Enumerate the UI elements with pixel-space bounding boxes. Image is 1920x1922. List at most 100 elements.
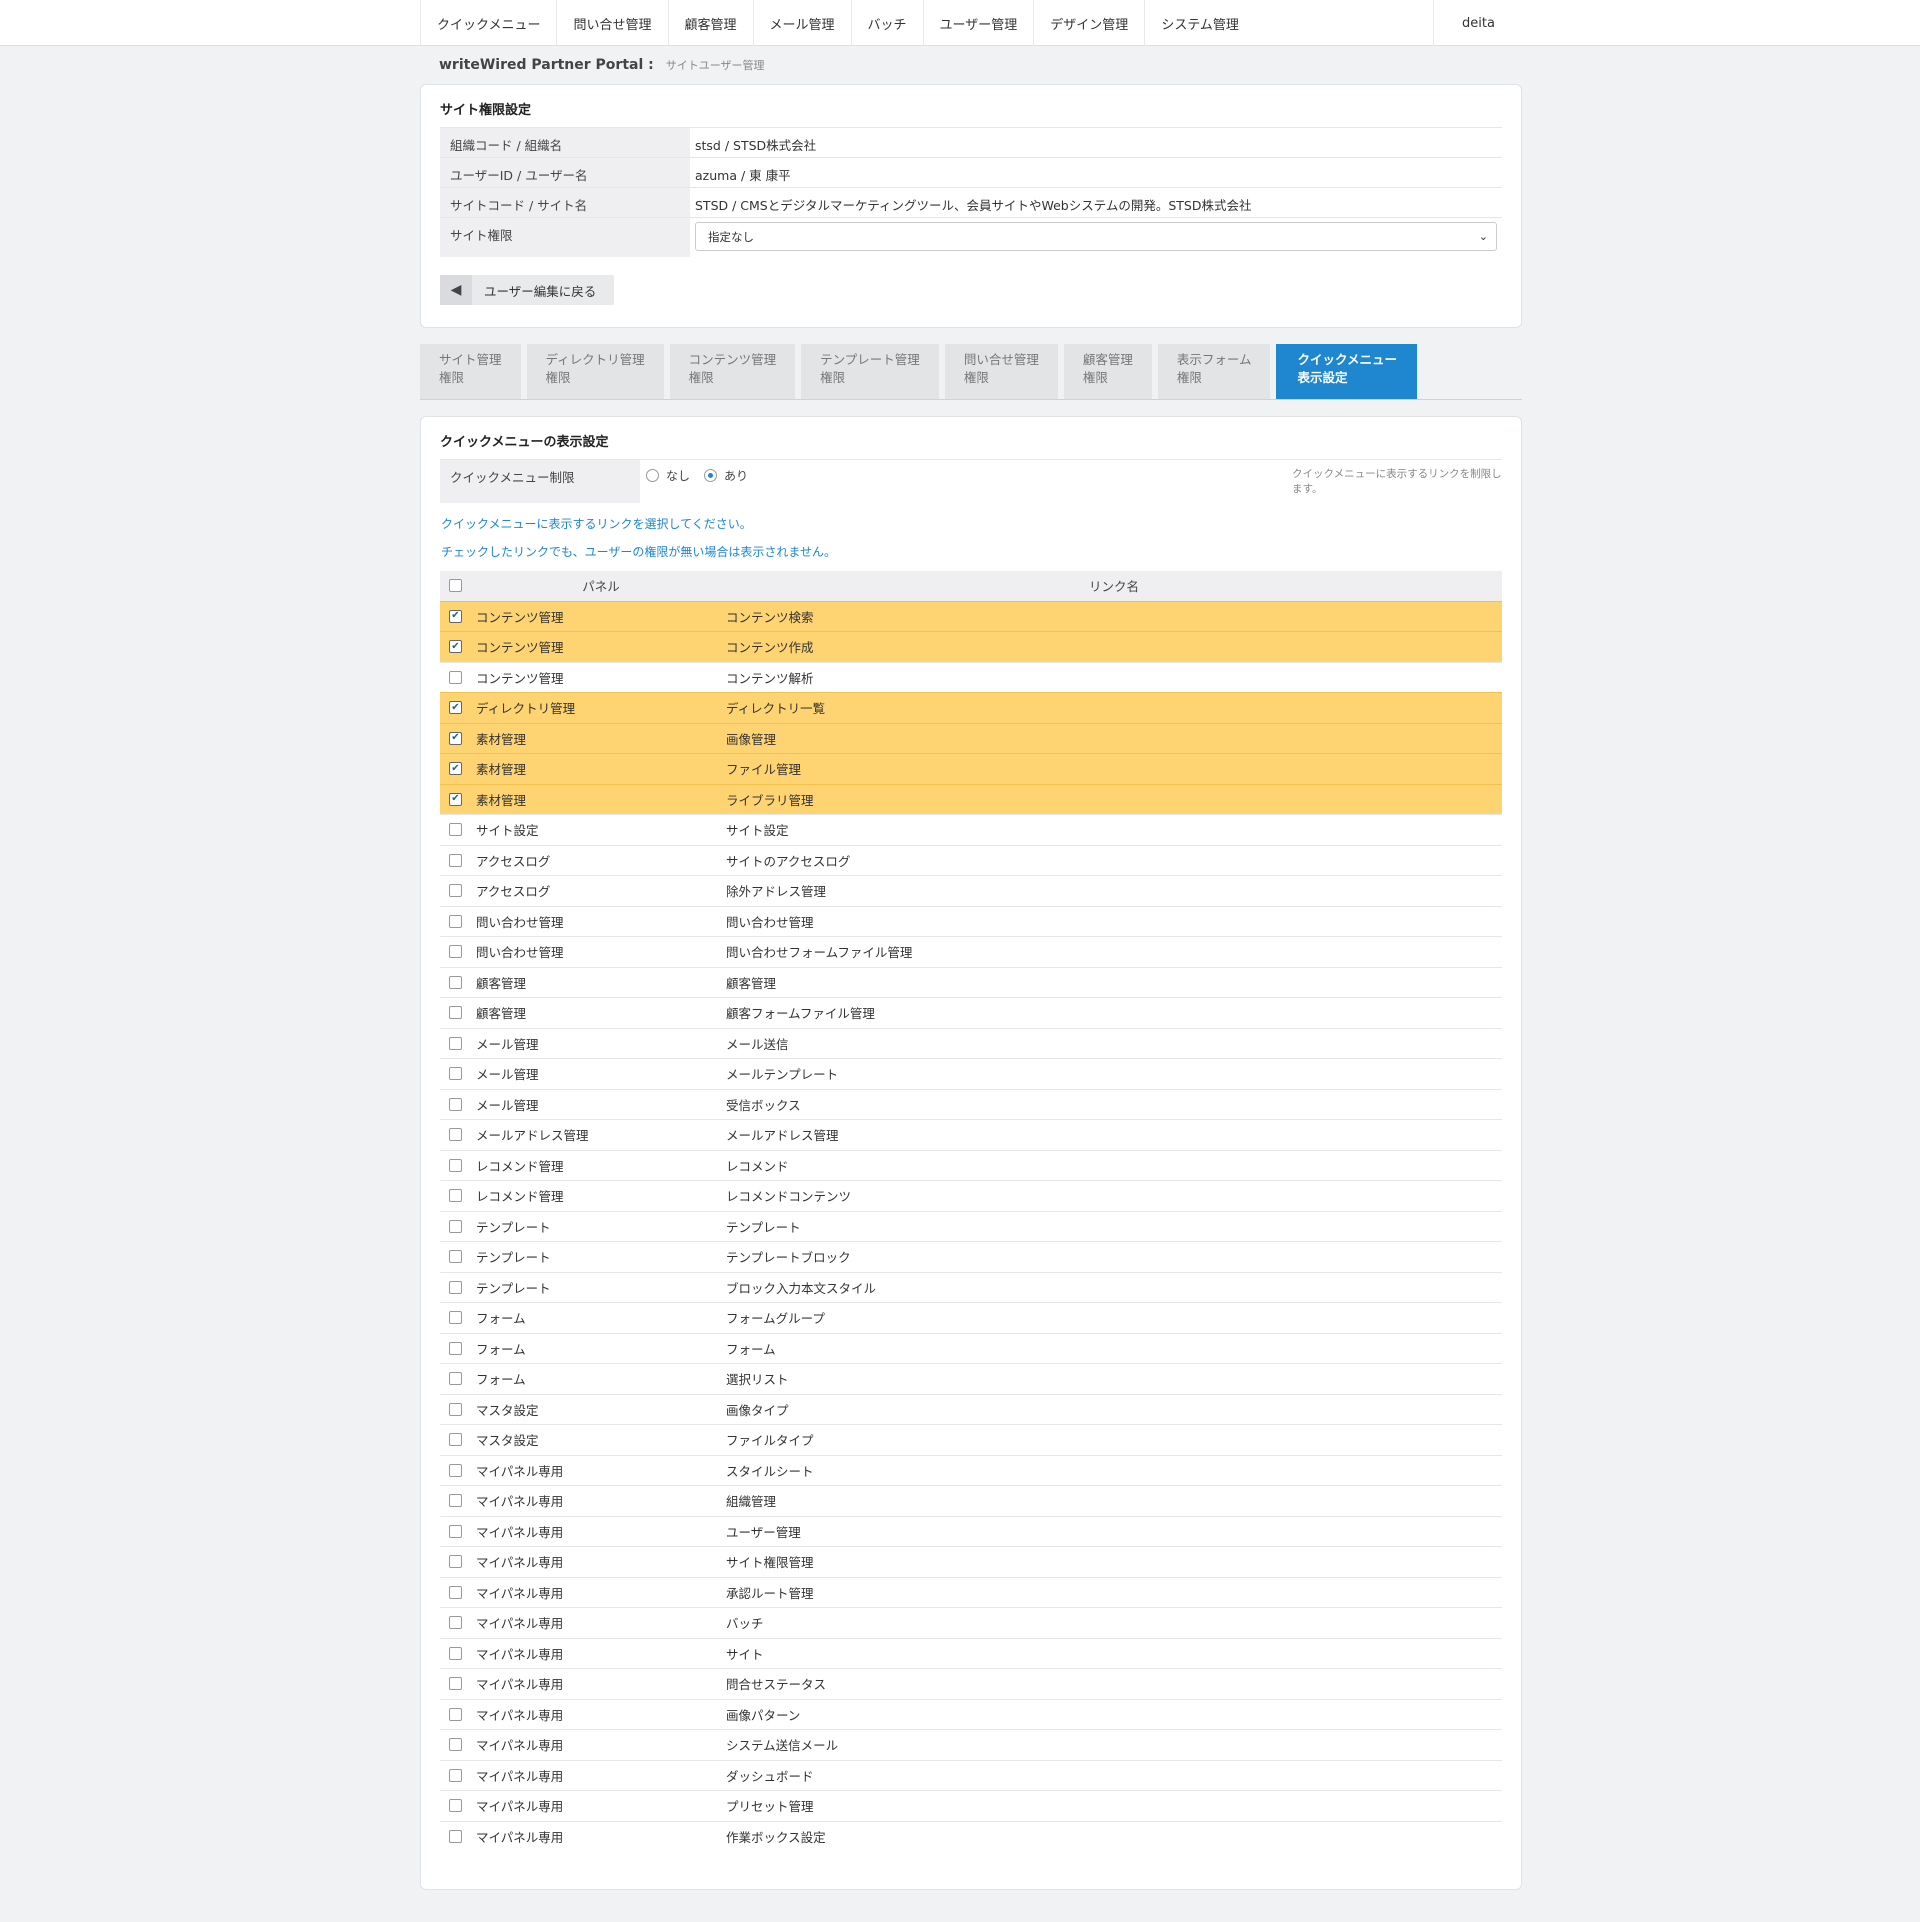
tab-5[interactable]: 顧客管理 権限 xyxy=(1063,344,1152,399)
nav-system[interactable]: システム管理 xyxy=(1144,0,1255,46)
table-row[interactable]: フォーム 選択リスト xyxy=(440,1363,1502,1394)
back-to-user-edit-button[interactable]: ◀︎ ユーザー編集に戻る xyxy=(440,275,614,305)
table-row[interactable]: ✔ コンテンツ管理 コンテンツ検索 xyxy=(440,600,1502,632)
table-row[interactable]: マイパネル専用 組織管理 xyxy=(440,1485,1502,1516)
row-checkbox[interactable]: ✔ xyxy=(449,701,462,715)
table-row[interactable]: メール管理 受信ボックス xyxy=(440,1088,1502,1120)
table-row[interactable]: マイパネル専用 バッチ xyxy=(440,1607,1502,1638)
row-checkbox[interactable] xyxy=(449,1494,462,1508)
tab-4[interactable]: 問い合せ管理 権限 xyxy=(944,344,1058,399)
row-checkbox[interactable] xyxy=(449,1372,462,1386)
select-all-checkbox[interactable] xyxy=(449,579,462,593)
row-checkbox[interactable] xyxy=(449,1799,462,1813)
table-row[interactable]: コンテンツ管理 コンテンツ解析 xyxy=(440,661,1502,693)
table-row[interactable]: アクセスログ 除外アドレス管理 xyxy=(440,875,1502,906)
row-checkbox[interactable] xyxy=(449,1463,462,1477)
row-checkbox[interactable] xyxy=(449,1738,462,1752)
table-row[interactable]: 顧客管理 顧客フォームファイル管理 xyxy=(440,997,1502,1028)
table-row[interactable]: メールアドレス管理 メールアドレス管理 xyxy=(440,1119,1502,1150)
row-checkbox[interactable] xyxy=(449,853,462,867)
table-row[interactable]: ✔ 素材管理 ファイル管理 xyxy=(440,753,1502,784)
table-row[interactable]: メール管理 メールテンプレート xyxy=(440,1058,1502,1089)
table-row[interactable]: マイパネル専用 サイト xyxy=(440,1637,1502,1669)
row-checkbox[interactable] xyxy=(449,1677,462,1691)
table-row[interactable]: 問い合わせ管理 問い合わせフォームファイル管理 xyxy=(440,936,1502,967)
table-row[interactable]: マイパネル専用 作業ボックス設定 xyxy=(440,1820,1502,1852)
table-row[interactable]: レコメンド管理 レコメンド xyxy=(440,1149,1502,1181)
nav-customer[interactable]: 顧客管理 xyxy=(667,0,753,46)
table-row[interactable]: マイパネル専用 ユーザー管理 xyxy=(440,1515,1502,1547)
nav-quick-menu[interactable]: クイックメニュー xyxy=(420,0,556,46)
table-row[interactable]: レコメンド管理 レコメンドコンテンツ xyxy=(440,1180,1502,1211)
table-row[interactable]: マイパネル専用 ダッシュボード xyxy=(440,1759,1502,1791)
row-checkbox[interactable]: ✔ xyxy=(449,792,462,806)
table-row[interactable]: メール管理 メール送信 xyxy=(440,1027,1502,1059)
table-row[interactable]: マイパネル専用 問合せステータス xyxy=(440,1668,1502,1699)
table-row[interactable]: テンプレート ブロック入力本文スタイル xyxy=(440,1271,1502,1303)
row-checkbox[interactable] xyxy=(449,1189,462,1203)
radio-yes[interactable] xyxy=(704,469,718,482)
radio-none[interactable] xyxy=(646,469,659,482)
row-checkbox[interactable] xyxy=(449,1707,462,1721)
row-checkbox[interactable] xyxy=(449,1433,462,1447)
breadcrumb-brand[interactable]: writeWired Partner Portal : xyxy=(439,57,654,73)
table-row[interactable]: ✔ コンテンツ管理 コンテンツ作成 xyxy=(440,631,1502,662)
table-row[interactable]: マスタ設定 画像タイプ xyxy=(440,1393,1502,1425)
row-checkbox[interactable] xyxy=(449,884,462,898)
tab-1[interactable]: ディレクトリ管理 権限 xyxy=(526,344,664,399)
tab-2[interactable]: コンテンツ管理 権限 xyxy=(669,344,796,399)
row-checkbox[interactable] xyxy=(449,1768,462,1782)
table-row[interactable]: ✔ ディレクトリ管理 ディレクトリ一覧 xyxy=(440,692,1502,723)
row-checkbox[interactable] xyxy=(449,1311,462,1325)
row-checkbox[interactable] xyxy=(449,1158,462,1172)
radio-none-label[interactable]: なし xyxy=(666,467,690,484)
row-checkbox[interactable]: ✔ xyxy=(449,731,462,745)
table-row[interactable]: テンプレート テンプレート xyxy=(440,1210,1502,1242)
nav-user-management[interactable]: ユーザー管理 xyxy=(922,0,1034,46)
table-row[interactable]: マイパネル専用 画像パターン xyxy=(440,1698,1502,1730)
nav-design[interactable]: デザイン管理 xyxy=(1033,0,1144,46)
row-checkbox[interactable] xyxy=(449,1067,462,1081)
table-row[interactable]: マイパネル専用 プリセット管理 xyxy=(440,1790,1502,1821)
row-checkbox[interactable] xyxy=(449,1128,462,1142)
row-checkbox[interactable] xyxy=(449,670,462,684)
table-row[interactable]: フォーム フォーム xyxy=(440,1332,1502,1364)
row-checkbox[interactable] xyxy=(449,1646,462,1660)
row-checkbox[interactable] xyxy=(449,1402,462,1416)
row-checkbox[interactable] xyxy=(449,945,462,959)
nav-mail[interactable]: メール管理 xyxy=(752,0,851,46)
nav-batch[interactable]: バッチ xyxy=(850,0,923,46)
table-row[interactable]: ✔ 素材管理 ライブラリ管理 xyxy=(440,783,1502,815)
row-checkbox[interactable] xyxy=(449,1616,462,1630)
row-checkbox[interactable] xyxy=(449,1341,462,1355)
row-checkbox[interactable] xyxy=(449,975,462,989)
table-row[interactable]: ✔ 素材管理 画像管理 xyxy=(440,722,1502,754)
row-checkbox[interactable] xyxy=(449,1585,462,1599)
row-checkbox[interactable] xyxy=(449,1097,462,1111)
tab-0[interactable]: サイト管理 権限 xyxy=(420,344,521,399)
row-checkbox[interactable]: ✔ xyxy=(449,609,462,623)
tab-6[interactable]: 表示フォーム 権限 xyxy=(1157,344,1271,399)
row-checkbox[interactable] xyxy=(449,1830,462,1843)
row-checkbox[interactable] xyxy=(449,1524,462,1538)
row-checkbox[interactable] xyxy=(449,1250,462,1264)
table-row[interactable]: マイパネル専用 承認ルート管理 xyxy=(440,1576,1502,1608)
row-checkbox[interactable] xyxy=(449,1219,462,1233)
table-row[interactable]: マスタ設定 ファイルタイプ xyxy=(440,1424,1502,1455)
table-row[interactable]: 顧客管理 顧客管理 xyxy=(440,966,1502,998)
table-row[interactable]: アクセスログ サイトのアクセスログ xyxy=(440,844,1502,876)
radio-yes-label[interactable]: あり xyxy=(724,467,748,484)
row-checkbox[interactable]: ✔ xyxy=(449,762,462,776)
table-row[interactable]: マイパネル専用 スタイルシート xyxy=(440,1454,1502,1486)
table-row[interactable]: テンプレート テンプレートブロック xyxy=(440,1241,1502,1272)
table-row[interactable]: フォーム フォームグループ xyxy=(440,1302,1502,1333)
row-checkbox[interactable] xyxy=(449,823,462,837)
row-checkbox[interactable] xyxy=(449,1006,462,1020)
row-checkbox[interactable] xyxy=(449,914,462,928)
tab-7[interactable]: クイックメニュー 表示設定 xyxy=(1276,344,1417,399)
nav-inquiry[interactable]: 問い合せ管理 xyxy=(556,0,667,46)
row-checkbox[interactable] xyxy=(449,1555,462,1569)
tab-3[interactable]: テンプレート管理 権限 xyxy=(801,344,939,399)
table-row[interactable]: マイパネル専用 サイト権限管理 xyxy=(440,1546,1502,1577)
row-checkbox[interactable] xyxy=(449,1280,462,1294)
